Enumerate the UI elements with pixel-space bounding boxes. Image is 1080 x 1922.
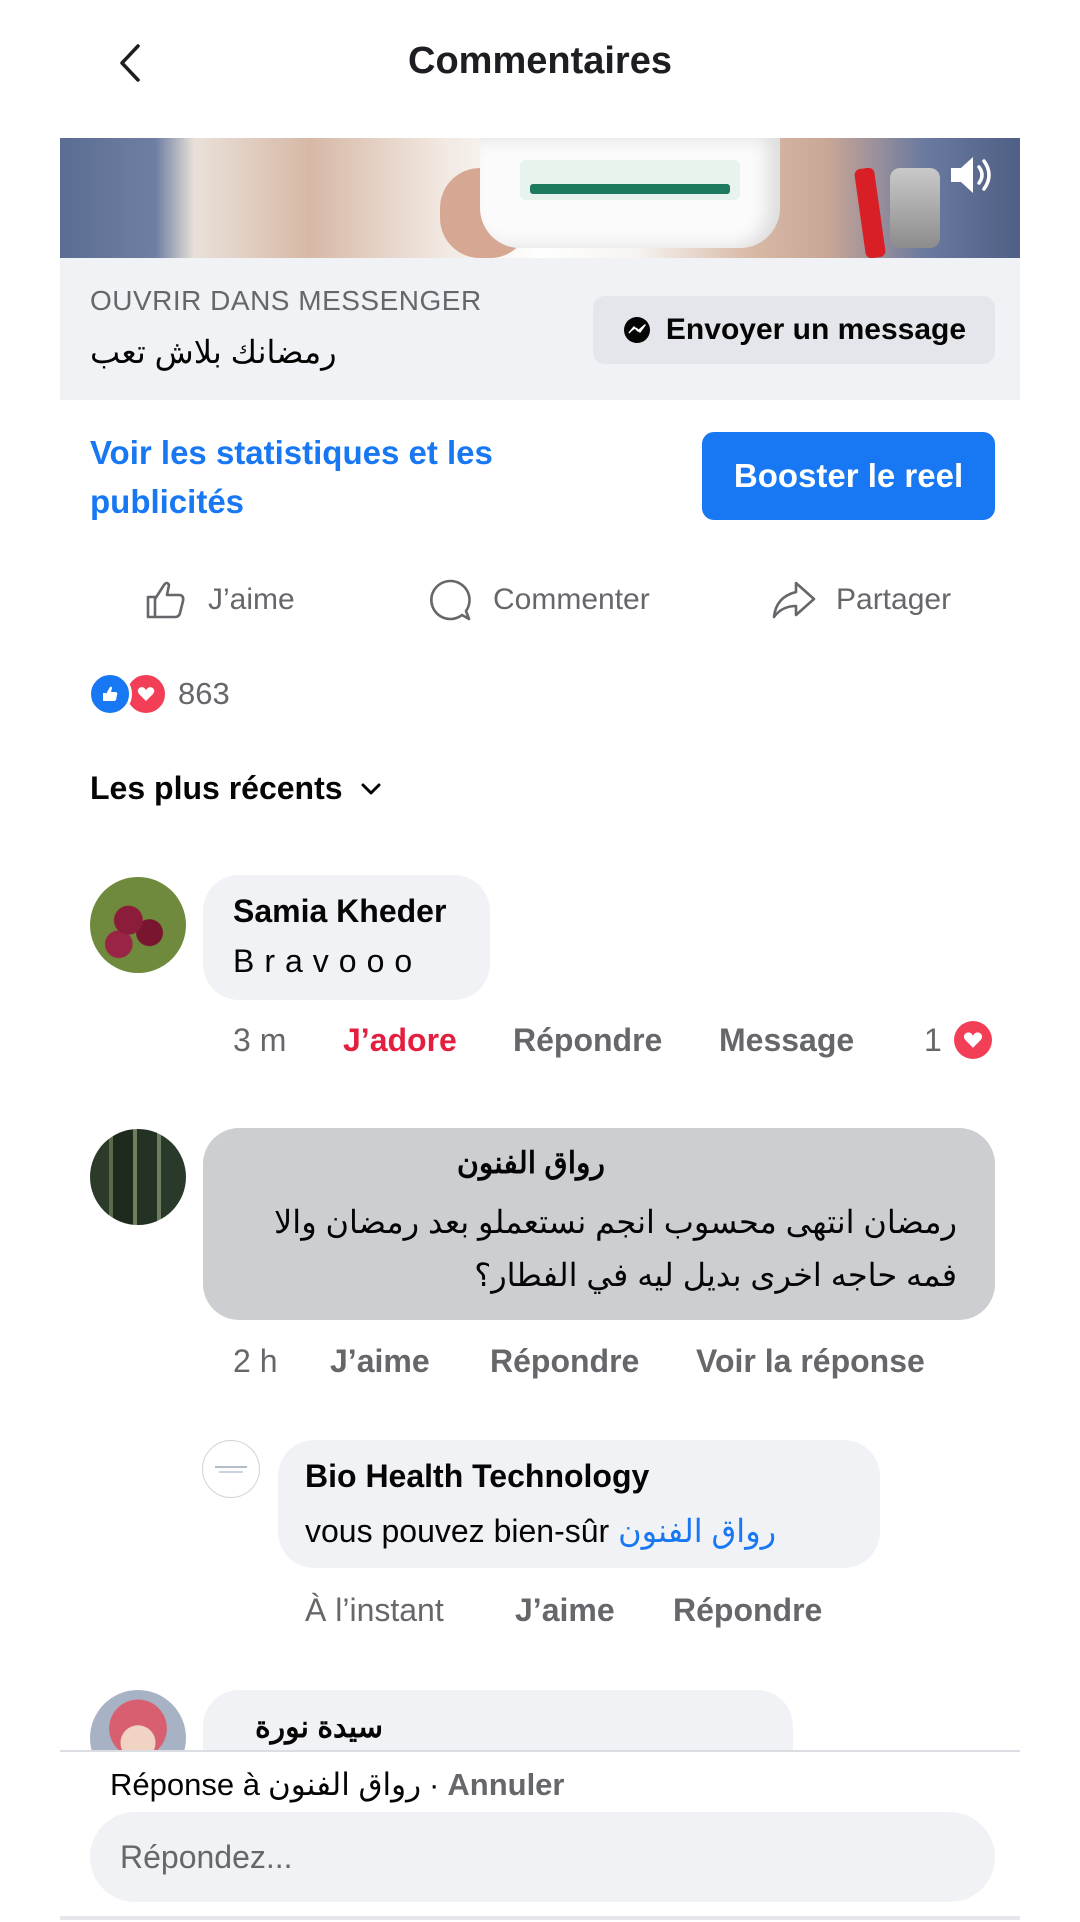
- like-action-label: J’aime: [208, 583, 295, 616]
- product-label: [520, 160, 740, 200]
- sort-label: Les plus récents: [90, 770, 343, 806]
- reel-video-preview[interactable]: [60, 138, 1020, 258]
- share-icon: [772, 581, 816, 619]
- like-reaction-icon: [88, 672, 132, 716]
- replying-to-target: رواق الفنون: [267, 1767, 422, 1802]
- bracelet: [853, 167, 887, 258]
- mention-link[interactable]: رواق الفنون: [618, 1513, 776, 1549]
- send-message-label: Envoyer un message: [665, 313, 967, 346]
- comment-author[interactable]: Bio Health Technology: [305, 1458, 649, 1495]
- bottom-divider: [60, 1916, 1020, 1920]
- reply-input[interactable]: Répondez...: [90, 1812, 995, 1902]
- comment-author[interactable]: سيدة نورة: [255, 1710, 383, 1745]
- comment-time: À l’instant: [305, 1591, 444, 1628]
- comment-sort-dropdown[interactable]: Les plus récents: [90, 770, 383, 807]
- like-button[interactable]: J’aime: [515, 1592, 673, 1629]
- comment-action[interactable]: Commenter: [425, 570, 650, 630]
- love-reaction-icon: [953, 1021, 992, 1059]
- comment-author[interactable]: Samia Kheder: [233, 893, 446, 930]
- avatar[interactable]: [90, 1129, 186, 1225]
- page-tagline: رمضانك بلاش تعب: [90, 334, 337, 370]
- comment-bubble: Samia Kheder Bravooo: [203, 875, 490, 1000]
- view-stats-link[interactable]: Voir les statistiques et les publicités: [90, 428, 570, 526]
- page-title: Commentaires: [408, 40, 672, 82]
- like-action[interactable]: J’aime: [140, 570, 295, 630]
- boost-reel-button[interactable]: Booster le reel: [702, 432, 995, 520]
- replying-to-prefix: Réponse à: [110, 1767, 260, 1802]
- avatar[interactable]: [202, 1440, 260, 1498]
- comment-author[interactable]: رواق الفنون: [457, 1146, 605, 1181]
- chevron-down-icon: [361, 783, 381, 794]
- view-reply-button[interactable]: Voir la réponse: [696, 1343, 925, 1380]
- watch: [890, 168, 940, 248]
- send-message-button[interactable]: Envoyer un message: [593, 296, 995, 364]
- like-button[interactable]: J’aime: [330, 1343, 490, 1380]
- sound-toggle-button[interactable]: [945, 148, 999, 202]
- replying-to-bar: Réponse à رواق الفنون · Annuler: [110, 1767, 565, 1803]
- share-action-label: Partager: [836, 583, 952, 616]
- page-logo-icon: [215, 1466, 247, 1473]
- comment-icon: [430, 579, 471, 621]
- comment-time: 3 m: [233, 1021, 287, 1058]
- comment-text: vous pouvez bien-sûr رواق الفنون: [305, 1512, 776, 1550]
- reply-button[interactable]: Répondre: [490, 1343, 696, 1380]
- comment-bubble-highlighted: رواق الفنون رمضان انتهى محسوب انجم نستعم…: [203, 1128, 995, 1320]
- comment-text: رمضان انتهى محسوب انجم نستعملو بعد رمضان…: [274, 1204, 957, 1293]
- comment-reaction-count: 1: [924, 1021, 942, 1058]
- reply-button[interactable]: Répondre: [513, 1022, 719, 1059]
- comment-actions: 3 m J’adore Répondre Message 1: [233, 1015, 992, 1065]
- replying-separator: ·: [429, 1767, 440, 1802]
- reply-text: vous pouvez bien-sûr: [305, 1513, 610, 1549]
- reaction-button[interactable]: J’adore: [343, 1022, 513, 1059]
- product-label-stripe: [530, 184, 730, 194]
- comment-actions: À l’instant J’aime Répondre: [305, 1585, 822, 1635]
- comment-time: 2 h: [233, 1342, 278, 1379]
- reactions-summary[interactable]: 863: [88, 672, 230, 716]
- reaction-count: 863: [178, 676, 230, 711]
- reply-bubble: Bio Health Technology vous pouvez bien-s…: [278, 1440, 880, 1568]
- message-button[interactable]: Message: [719, 1022, 924, 1059]
- thumbs-up-icon: [146, 581, 185, 619]
- avatar[interactable]: [90, 877, 186, 973]
- comment-action-label: Commenter: [493, 583, 650, 616]
- share-action[interactable]: Partager: [768, 570, 951, 630]
- messenger-icon: [623, 317, 650, 343]
- cancel-reply-button[interactable]: Annuler: [447, 1767, 564, 1803]
- open-in-messenger-label: OUVRIR DANS MESSENGER: [90, 285, 482, 316]
- reply-button[interactable]: Répondre: [673, 1592, 822, 1629]
- speaker-icon: [951, 157, 991, 193]
- comment-actions: 2 h J’aime Répondre Voir la réponse: [233, 1336, 925, 1386]
- comment-text: Bravooo: [233, 943, 423, 979]
